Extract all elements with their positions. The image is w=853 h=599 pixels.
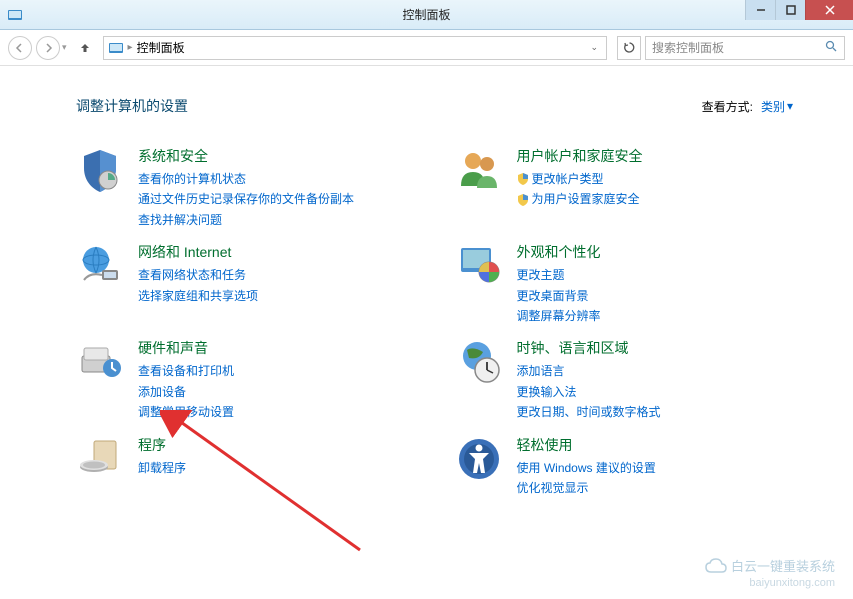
category-link[interactable]: 优化视觉显示 <box>517 478 794 498</box>
watermark-url: baiyunxitong.com <box>705 577 835 589</box>
breadcrumb-separator: ▸ <box>128 42 133 53</box>
category-link[interactable]: 查看你的计算机状态 <box>138 169 415 189</box>
category-link[interactable]: 卸载程序 <box>138 458 415 478</box>
cloud-icon <box>705 558 727 577</box>
window-titlebar: 控制面板 <box>0 0 853 30</box>
network-icon <box>76 242 124 290</box>
chevron-down-icon: ▾ <box>787 99 793 113</box>
search-input[interactable]: 搜索控制面板 <box>645 36 845 60</box>
category-title[interactable]: 系统和安全 <box>138 146 415 166</box>
category-network: 网络和 Internet 查看网络状态和任务 选择家庭组和共享选项 <box>76 242 415 326</box>
uac-shield-icon <box>517 173 529 185</box>
watermark-text: 白云一键重装系统 <box>731 559 835 574</box>
breadcrumb-text[interactable]: 控制面板 <box>137 39 185 56</box>
category-title[interactable]: 硬件和声音 <box>138 338 415 358</box>
control-panel-icon <box>108 40 124 56</box>
appearance-icon <box>455 242 503 290</box>
shield-icon <box>76 146 124 194</box>
category-link[interactable]: 查看设备和打印机 <box>138 361 415 381</box>
category-hardware: 硬件和声音 查看设备和打印机 添加设备 调整常用移动设置 <box>76 338 415 422</box>
category-link[interactable]: 更改桌面背景 <box>517 286 794 306</box>
category-appearance: 外观和个性化 更改主题 更改桌面背景 调整屏幕分辨率 <box>455 242 794 326</box>
window-title: 控制面板 <box>402 6 450 23</box>
refresh-button[interactable] <box>617 36 641 60</box>
category-link[interactable]: 添加语言 <box>517 361 794 381</box>
close-button[interactable] <box>805 0 853 20</box>
category-link[interactable]: 查找并解决问题 <box>138 210 415 230</box>
category-system-security: 系统和安全 查看你的计算机状态 通过文件历史记录保存你的文件备份副本 查找并解决… <box>76 146 415 230</box>
category-link[interactable]: 更改帐户类型 <box>517 169 794 189</box>
app-icon <box>6 6 24 24</box>
address-dropdown[interactable]: ⌄ <box>586 42 602 53</box>
search-placeholder: 搜索控制面板 <box>652 39 724 56</box>
content-area: 调整计算机的设置 查看方式: 类别 ▾ 系统和安全 查看你的计算机状态 通过文件… <box>0 66 853 518</box>
category-programs: 程序 卸载程序 <box>76 435 415 499</box>
category-link[interactable]: 更改主题 <box>517 265 794 285</box>
category-link[interactable]: 更换输入法 <box>517 382 794 402</box>
watermark: 白云一键重装系统 baiyunxitong.com <box>705 556 835 589</box>
category-title[interactable]: 外观和个性化 <box>517 242 794 262</box>
category-user-accounts: 用户帐户和家庭安全 更改帐户类型 为用户设置家庭安全 <box>455 146 794 230</box>
view-mode-row: 查看方式: 类别 ▾ <box>702 98 793 115</box>
history-dropdown[interactable]: ▾ <box>62 42 67 53</box>
maximize-button[interactable] <box>775 0 805 20</box>
up-button[interactable] <box>75 38 95 58</box>
category-link[interactable]: 选择家庭组和共享选项 <box>138 286 415 306</box>
category-clock-language: 时钟、语言和区域 添加语言 更换输入法 更改日期、时间或数字格式 <box>455 338 794 422</box>
category-link[interactable]: 通过文件历史记录保存你的文件备份副本 <box>138 189 415 209</box>
hardware-icon <box>76 338 124 386</box>
search-icon <box>825 40 838 56</box>
category-link[interactable]: 调整常用移动设置 <box>138 402 415 422</box>
category-title[interactable]: 时钟、语言和区域 <box>517 338 794 358</box>
back-button[interactable] <box>8 36 32 60</box>
category-title[interactable]: 轻松使用 <box>517 435 794 455</box>
category-link[interactable]: 查看网络状态和任务 <box>138 265 415 285</box>
category-link[interactable]: 添加设备 <box>138 382 415 402</box>
category-link[interactable]: 更改日期、时间或数字格式 <box>517 402 794 422</box>
uac-shield-icon <box>517 194 529 206</box>
navigation-bar: ▾ ▸ 控制面板 ⌄ 搜索控制面板 <box>0 30 853 66</box>
minimize-button[interactable] <box>745 0 775 20</box>
category-link[interactable]: 使用 Windows 建议的设置 <box>517 458 794 478</box>
category-ease-of-access: 轻松使用 使用 Windows 建议的设置 优化视觉显示 <box>455 435 794 499</box>
clock-globe-icon <box>455 338 503 386</box>
view-mode-dropdown[interactable]: 类别 ▾ <box>761 98 793 115</box>
category-title[interactable]: 程序 <box>138 435 415 455</box>
view-label: 查看方式: <box>702 98 753 115</box>
window-controls <box>745 0 853 20</box>
category-link[interactable]: 调整屏幕分辨率 <box>517 306 794 326</box>
forward-button[interactable] <box>36 36 60 60</box>
category-title[interactable]: 网络和 Internet <box>138 242 415 262</box>
page-title: 调整计算机的设置 <box>76 96 188 116</box>
address-bar[interactable]: ▸ 控制面板 ⌄ <box>103 36 607 60</box>
users-icon <box>455 146 503 194</box>
programs-icon <box>76 435 124 483</box>
category-title[interactable]: 用户帐户和家庭安全 <box>517 146 794 166</box>
category-link[interactable]: 为用户设置家庭安全 <box>517 189 794 209</box>
ease-of-access-icon <box>455 435 503 483</box>
